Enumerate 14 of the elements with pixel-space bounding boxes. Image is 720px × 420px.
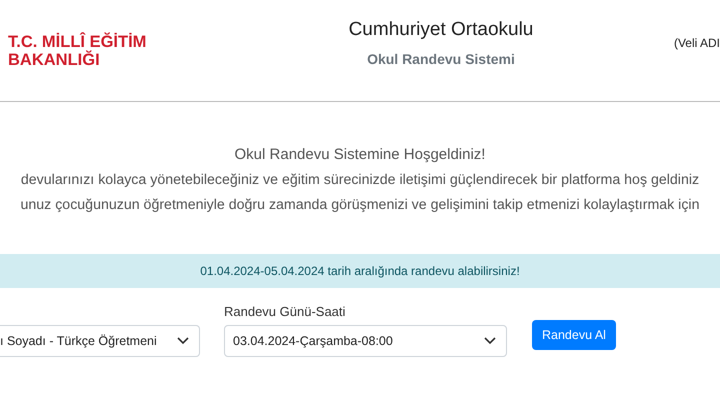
welcome-text: devularınızı kolayca yönetebileceğiniz ve eğitim sürecinizde iletişimi güçlendirecek bir platforma hoş geldiniz (20, 171, 700, 190)
book-appointment-button[interactable]: Randevu Al (532, 320, 616, 350)
time-label: Randevu Günü-Saati (224, 304, 346, 319)
school-title: Cumhuriyet Ortaokulu (348, 19, 534, 41)
time-select[interactable]: 03.04.2024-Çarşamba-08:00 (224, 325, 507, 357)
user-name: (Veli ADI (674, 36, 720, 50)
system-subtitle: Okul Randevu Sistemi (367, 51, 515, 67)
chevron-icon (484, 337, 496, 345)
welcome-heading: Okul Randevu Sistemine Hoşgeldiniz! (234, 146, 486, 163)
teacher-select[interactable]: ı Soyadı - Türkçe Öğretmeni (0, 325, 200, 357)
welcome-text: unuz çocuğunuzun öğretmeniyle doğru zamanda görüşmenizi ve gelişimini takip etmenizi kolaylaştırmak için (20, 196, 700, 215)
ministry-logo: T.C. MİLLÎ EĞİTİM BAKANLIĞI (8, 33, 148, 69)
date-range-notice: 01.04.2024-05.04.2024 tarih aralığında randevu alabilirsiniz! (0, 254, 720, 288)
chevron-icon (177, 337, 189, 345)
